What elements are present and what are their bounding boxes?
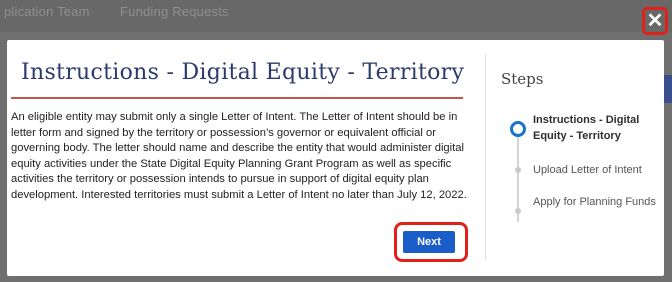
next-button-highlight: Next xyxy=(394,222,468,262)
step-upload-letter[interactable]: Upload Letter of Intent xyxy=(533,162,661,178)
next-button[interactable]: Next xyxy=(403,231,455,253)
instructions-modal: Instructions - Digital Equity - Territor… xyxy=(7,40,664,276)
step-pending-indicator xyxy=(515,208,521,214)
close-button[interactable]: ✕ xyxy=(642,7,668,35)
modal-title: Instructions - Digital Equity - Territor… xyxy=(21,60,465,85)
title-underline xyxy=(11,97,463,99)
close-icon[interactable]: ✕ xyxy=(645,10,665,32)
instructions-text: An eligible entity may submit only a sin… xyxy=(11,111,467,201)
step-pending-indicator xyxy=(515,167,521,173)
step-apply-planning-funds[interactable]: Apply for Planning Funds xyxy=(533,194,661,210)
step-active-indicator xyxy=(510,121,526,137)
background-tab-funding-requests: Funding Requests xyxy=(120,4,229,19)
step-connector xyxy=(517,176,519,222)
background-nav-bar: plication Team Funding Requests xyxy=(0,0,672,32)
steps-title: Steps xyxy=(501,70,544,88)
background-tab-application-team: plication Team xyxy=(4,4,90,19)
panel-divider xyxy=(485,54,486,260)
step-instructions[interactable]: Instructions - Digital Equity - Territor… xyxy=(533,112,661,144)
background-accent xyxy=(664,75,672,103)
